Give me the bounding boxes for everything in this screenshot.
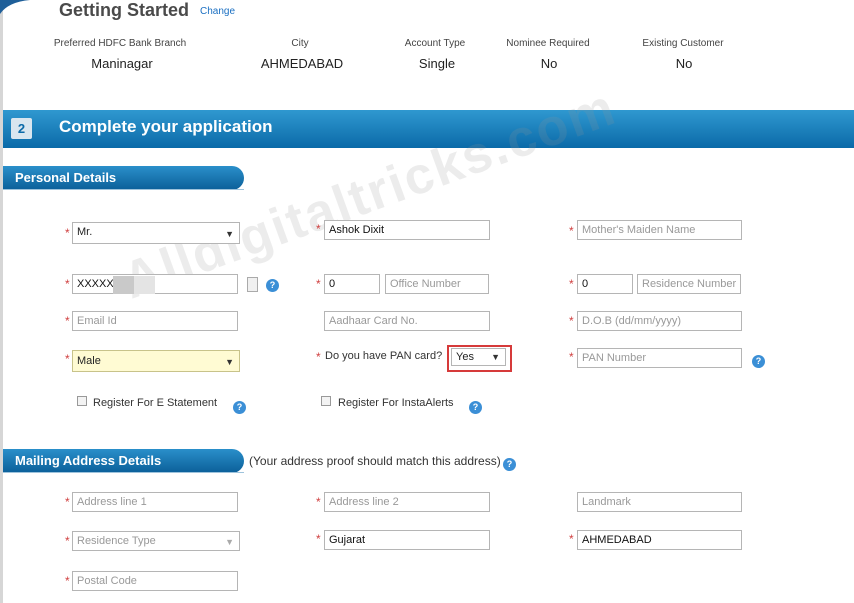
required-marker: * [316, 350, 321, 364]
change-link[interactable]: Change [200, 6, 235, 17]
left-border [0, 0, 3, 603]
summary-city-value: AHMEDABAD [260, 56, 344, 71]
help-icon[interactable]: ? [469, 401, 482, 414]
summary-city-label: City [291, 38, 309, 49]
pan-question-label: Do you have PAN card? [325, 350, 443, 362]
residence-type-value: Residence Type [77, 535, 156, 547]
step-title: Complete your application [59, 117, 273, 136]
residence-type-select[interactable]: Residence Type ▼ [72, 531, 240, 551]
required-marker: * [65, 314, 70, 328]
page-title: Getting Started [59, 0, 190, 20]
required-marker: * [65, 352, 70, 366]
required-marker: * [569, 532, 574, 546]
instaalerts-checkbox[interactable] [321, 396, 331, 406]
caret-down-icon: ▼ [225, 537, 234, 547]
estatement-checkbox[interactable] [77, 396, 87, 406]
mailing-address-heading: Mailing Address Details [3, 449, 244, 473]
help-icon[interactable]: ? [503, 458, 516, 471]
gender-value: Male [77, 355, 101, 367]
section-divider [3, 189, 244, 190]
mothers-maiden-name-input[interactable] [577, 220, 742, 240]
required-marker: * [569, 277, 574, 291]
required-marker: * [316, 277, 321, 291]
postal-code-input[interactable] [72, 571, 238, 591]
corner-swoosh-icon [0, 0, 30, 14]
help-icon[interactable]: ? [266, 279, 279, 292]
landmark-input[interactable] [577, 492, 742, 512]
required-marker: * [316, 532, 321, 546]
step-number-badge: 2 [11, 118, 32, 139]
full-name-input[interactable] [324, 220, 490, 240]
summary-branch-value: Maninagar [91, 56, 153, 71]
address-line-1-input[interactable] [72, 492, 238, 512]
gender-select[interactable]: Male ▼ [72, 350, 240, 372]
required-marker: * [569, 314, 574, 328]
state-input[interactable] [324, 530, 490, 550]
help-icon[interactable]: ? [233, 401, 246, 414]
mobile-number-input[interactable] [72, 274, 238, 294]
caret-down-icon: ▼ [225, 357, 234, 367]
summary-nominee-value: No [540, 56, 558, 71]
required-marker: * [65, 226, 70, 240]
address-line-2-input[interactable] [324, 492, 490, 512]
salutation-select[interactable]: Mr. ▼ [72, 222, 240, 244]
summary-existing-customer-label: Existing Customer [642, 38, 724, 49]
instaalerts-label: Register For InstaAlerts [338, 397, 454, 409]
required-marker: * [569, 224, 574, 238]
required-marker: * [569, 350, 574, 364]
office-number-input[interactable] [385, 274, 489, 294]
aadhaar-input[interactable] [324, 311, 490, 331]
residence-std-code-input[interactable] [577, 274, 633, 294]
required-marker: * [316, 222, 321, 236]
highlight-box [447, 345, 512, 372]
salutation-value: Mr. [77, 226, 93, 238]
required-marker: * [65, 277, 70, 291]
summary-nominee-label: Nominee Required [506, 38, 590, 49]
pan-number-input[interactable] [577, 348, 742, 368]
mobile-extra-box[interactable] [247, 277, 258, 292]
email-input[interactable] [72, 311, 238, 331]
estatement-label: Register For E Statement [93, 397, 218, 409]
section-divider [3, 472, 244, 473]
city-input[interactable] [577, 530, 742, 550]
masked-digits [113, 276, 155, 294]
address-proof-note: (Your address proof should match this ad… [249, 454, 501, 468]
required-marker: * [316, 495, 321, 509]
required-marker: * [65, 574, 70, 588]
summary-branch-label: Preferred HDFC Bank Branch [53, 38, 187, 49]
required-marker: * [65, 534, 70, 548]
caret-down-icon: ▼ [225, 229, 234, 239]
dob-input[interactable] [577, 311, 742, 331]
residence-number-input[interactable] [637, 274, 741, 294]
office-std-code-input[interactable] [324, 274, 380, 294]
personal-details-heading: Personal Details [3, 166, 244, 190]
required-marker: * [65, 495, 70, 509]
summary-existing-customer-value: No [675, 56, 693, 71]
help-icon[interactable]: ? [752, 355, 765, 368]
